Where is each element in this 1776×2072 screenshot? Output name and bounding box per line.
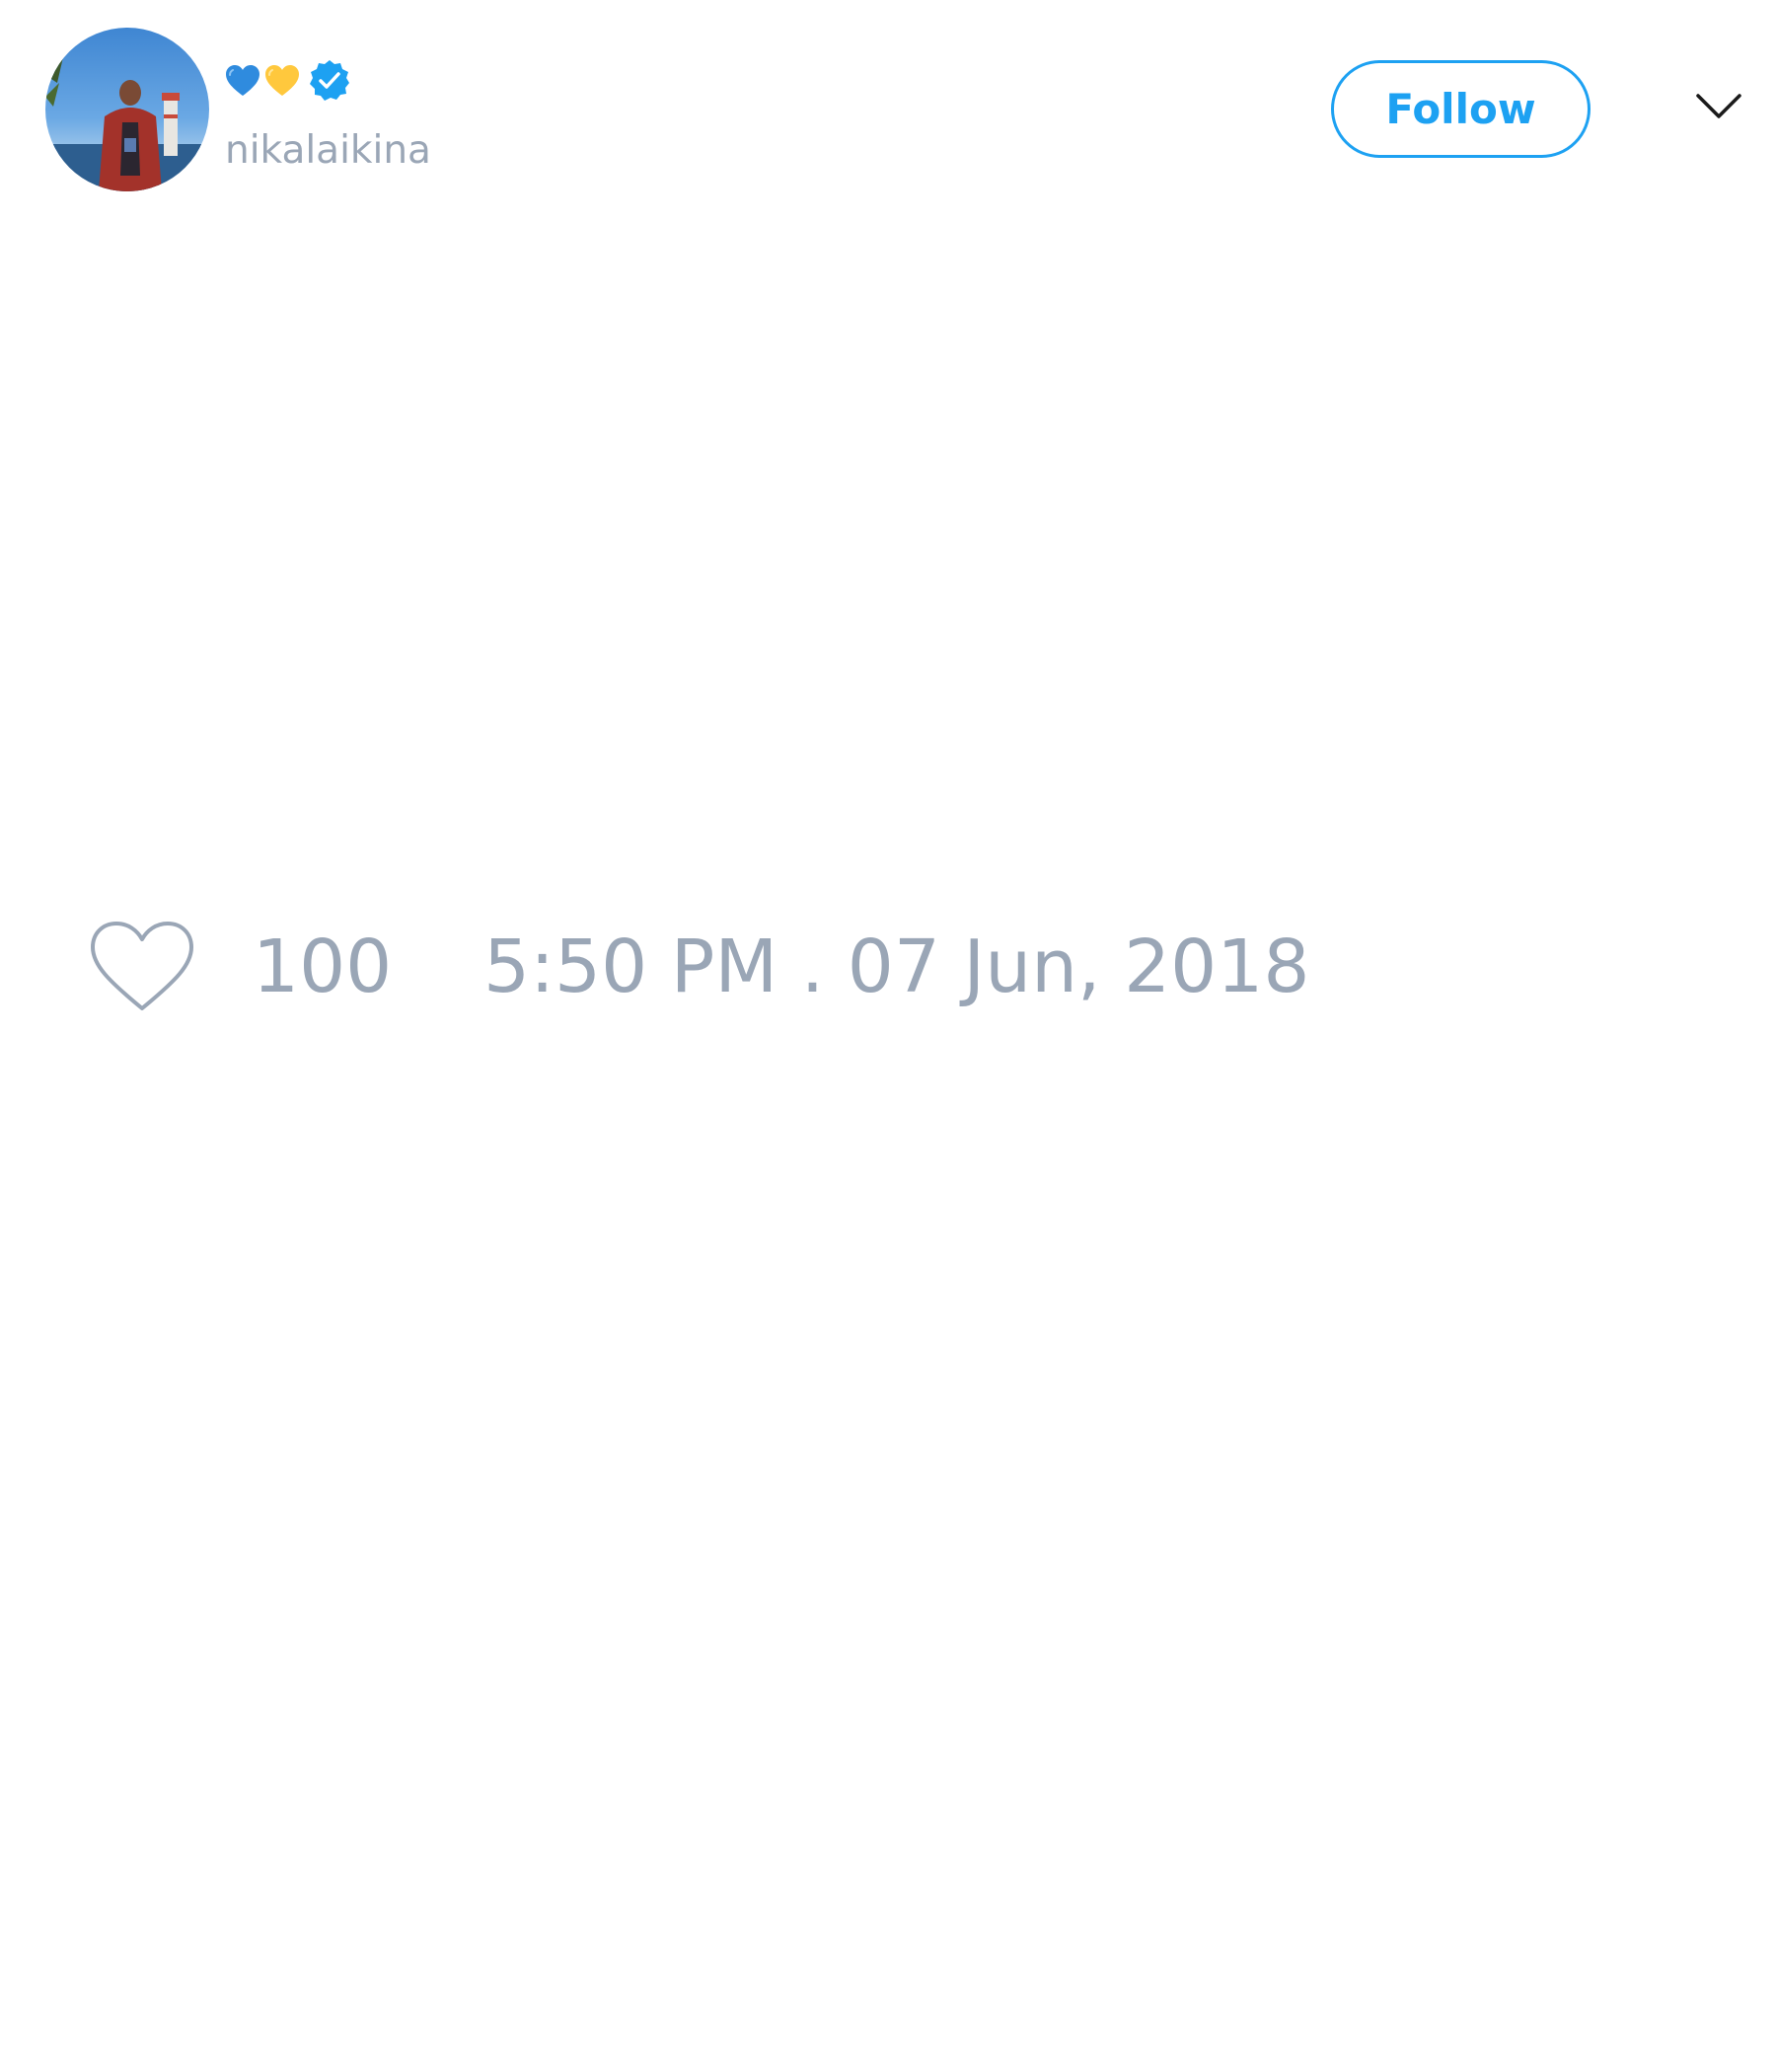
like-count: 100 [253, 925, 393, 1009]
tweet-card: nikalaikina Follow 100 5:50 PM . 07 Jun,… [0, 0, 1776, 2072]
tweet-menu-button[interactable] [1695, 93, 1742, 120]
avatar-image [45, 28, 209, 191]
avatar[interactable] [45, 28, 209, 191]
display-name[interactable] [225, 57, 351, 105]
like-button[interactable] [89, 920, 195, 1012]
heart-outline-icon [91, 922, 193, 1010]
follow-button[interactable]: Follow [1331, 60, 1591, 158]
verified-badge-icon [310, 60, 349, 101]
yellow-heart-icon [265, 65, 299, 96]
tweet-timestamp[interactable]: 5:50 PM . 07 Jun, 2018 [483, 923, 1309, 1011]
user-handle[interactable]: nikalaikina [225, 126, 431, 176]
blue-heart-icon [226, 65, 259, 96]
chevron-down-icon [1696, 94, 1741, 118]
